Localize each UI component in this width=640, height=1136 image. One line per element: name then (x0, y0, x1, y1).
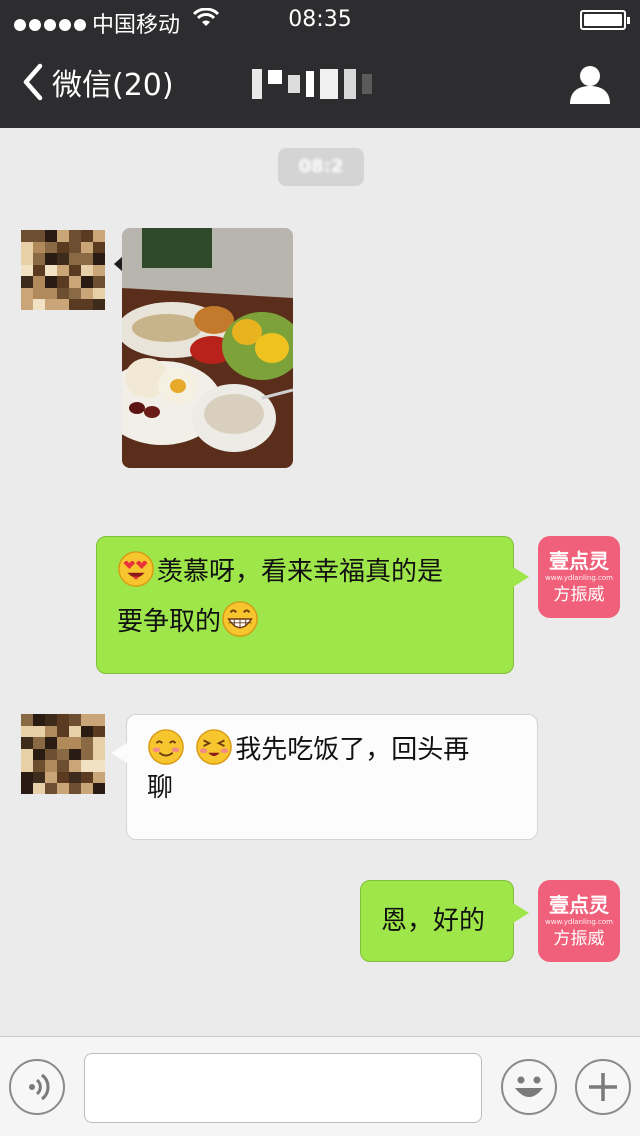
self-avatar[interactable]: 壹点灵 www.ydlanling.com 方振威 (538, 536, 620, 618)
food-photo (122, 228, 293, 468)
person-icon[interactable] (568, 64, 612, 104)
incoming-message-bubble[interactable]: 我先吃饭了，回头再 聊 (111, 714, 538, 840)
message-text-input[interactable] (84, 1053, 482, 1123)
avatar-name-text: 方振威 (553, 929, 605, 949)
message-text-line: 我先吃饭了，回头再 (235, 735, 470, 765)
emoji-button[interactable] (501, 1059, 557, 1115)
heart-eyes-emoji-icon (118, 551, 154, 587)
avatar-brand-text: 壹点灵 (549, 549, 609, 573)
voice-icon (29, 1073, 50, 1101)
avatar-brand-text: 壹点灵 (549, 893, 609, 917)
back-button-label: 微信(20) (52, 68, 174, 103)
timestamp-badge: 08:2 (278, 148, 364, 186)
battery-icon (580, 10, 630, 30)
avatar-url-text: www.ydlanling.com (545, 574, 613, 582)
outgoing-message-bubble[interactable]: 羡慕呀，看来幸福真的是 要争取的 (96, 536, 529, 674)
contact-avatar[interactable] (21, 230, 105, 310)
status-time: 08:35 (288, 7, 352, 32)
status-bar: 中国移动 08:35 (0, 0, 640, 40)
navigation-header: 中国移动 08:35 微信(20) (0, 0, 640, 128)
chat-message-list[interactable]: 08:2 羡慕呀，看来幸福真的是 要争取的 壹点灵 www.ydlanling.… (0, 128, 640, 1036)
more-button[interactable] (575, 1059, 631, 1115)
image-message[interactable] (122, 228, 293, 468)
message-text-line: 恩，好的 (381, 906, 486, 936)
message-text-line: 要争取的 (117, 607, 222, 637)
excited-emoji-icon (196, 729, 233, 765)
message-input-bar (0, 1036, 640, 1136)
blush-emoji-icon (148, 729, 184, 765)
voice-button[interactable] (9, 1059, 65, 1115)
self-avatar[interactable]: 壹点灵 www.ydlanling.com 方振威 (538, 880, 620, 962)
smiley-icon (515, 1076, 543, 1097)
chat-title-redacted (252, 66, 392, 102)
chevron-left-icon (23, 63, 43, 101)
outgoing-message-bubble[interactable]: 恩，好的 (360, 880, 529, 962)
contact-avatar[interactable] (21, 714, 105, 794)
grin-emoji-icon (222, 601, 258, 637)
back-button[interactable]: 微信(20) (18, 60, 174, 104)
message-text-line: 羡慕呀，看来幸福真的是 (157, 557, 444, 587)
plus-icon (589, 1073, 617, 1101)
avatar-url-text: www.ydlanling.com (545, 918, 613, 926)
avatar-name-text: 方振威 (553, 585, 605, 605)
message-text-line: 聊 (147, 773, 174, 803)
